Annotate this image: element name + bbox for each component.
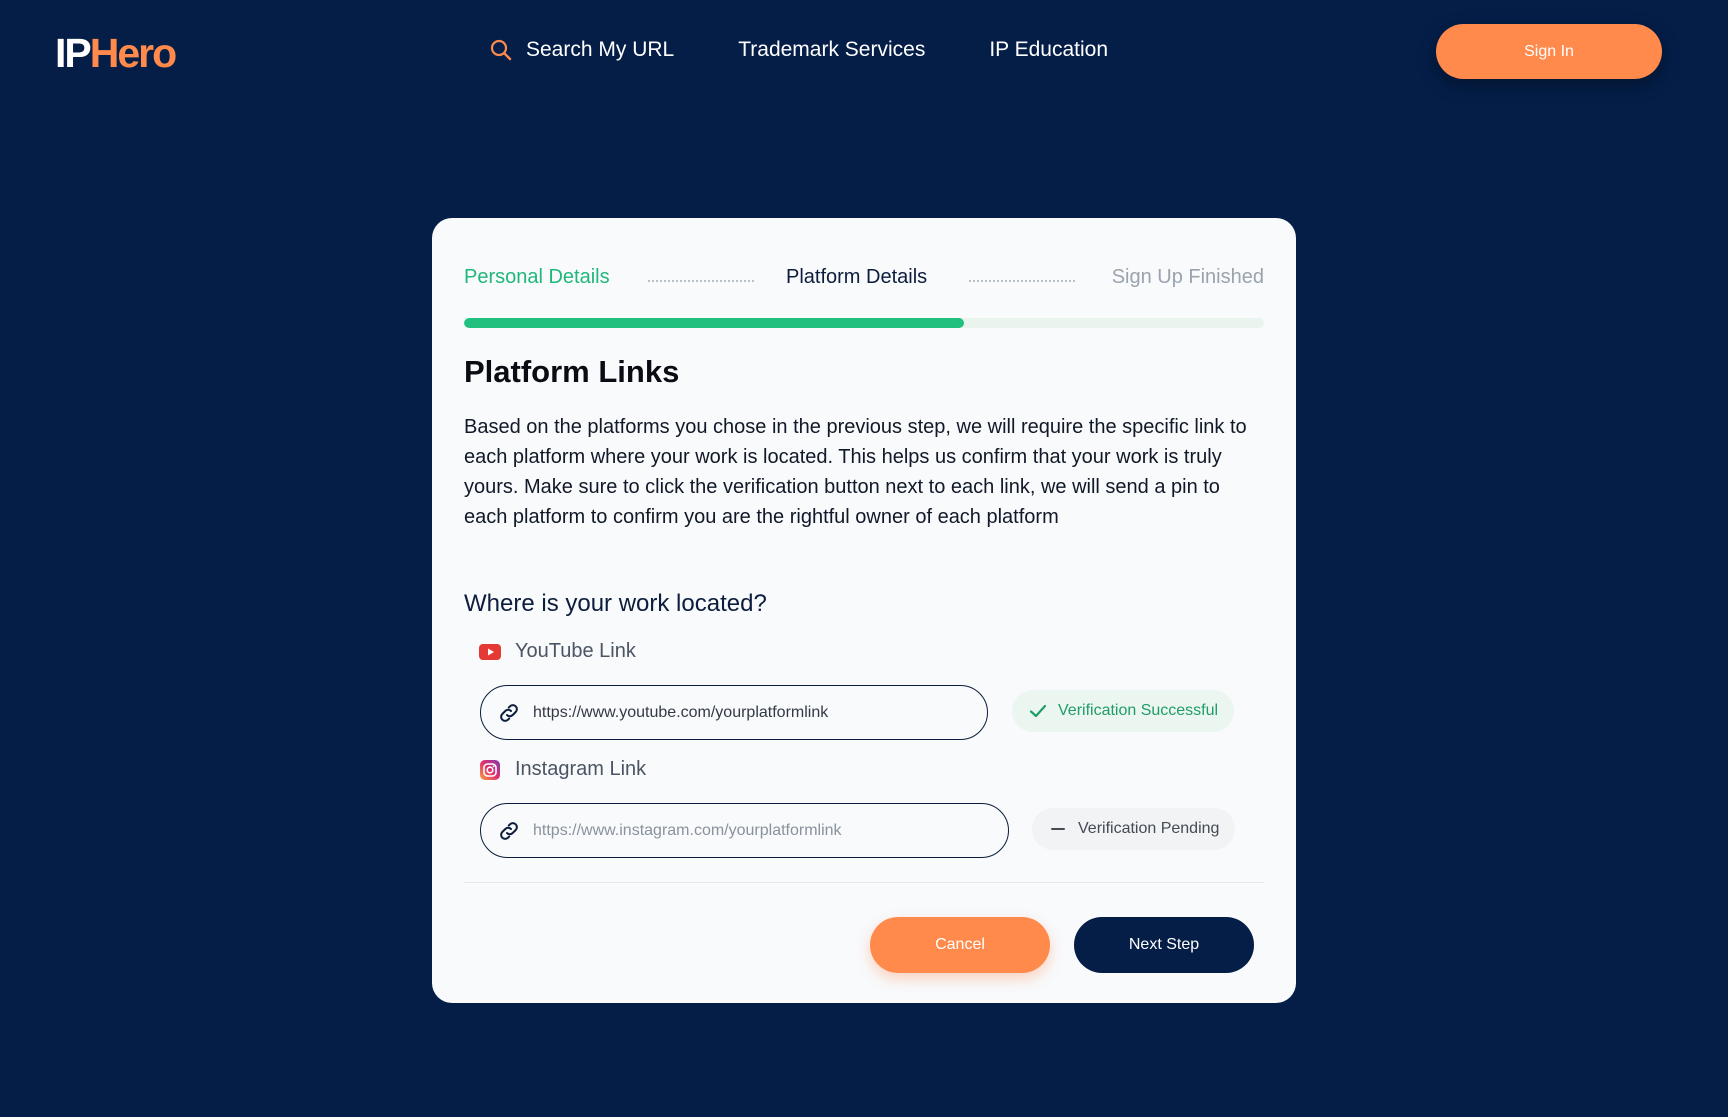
step-connector — [648, 280, 754, 282]
nav-trademark-services[interactable]: Trademark Services — [738, 38, 925, 62]
youtube-label-text: YouTube Link — [515, 640, 636, 662]
youtube-icon — [479, 641, 501, 663]
section-question: Where is your work located? — [464, 590, 767, 617]
youtube-url-field[interactable] — [480, 685, 988, 740]
step-connector — [969, 280, 1075, 282]
step-sign-up-finished: Sign Up Finished — [1111, 266, 1264, 288]
step-personal-details[interactable]: Personal Details — [464, 266, 610, 289]
progress-bar-fill — [464, 318, 964, 328]
main-nav: Search My URL Trademark Services IP Educ… — [490, 38, 1172, 62]
logo[interactable]: IPHero — [55, 30, 177, 77]
verification-success-badge: Verification Successful — [1012, 690, 1235, 732]
search-icon — [490, 39, 512, 61]
verification-success-text: Verification Successful — [1058, 702, 1219, 719]
progress-bar — [464, 318, 1264, 328]
sign-in-button[interactable]: Sign In — [1436, 24, 1662, 79]
cancel-button[interactable]: Cancel — [870, 917, 1050, 973]
verification-pending-badge[interactable]: Verification Pending — [1032, 808, 1236, 850]
link-icon — [500, 703, 518, 722]
instagram-label-text: Instagram Link — [515, 758, 647, 780]
logo-ip: IP — [55, 30, 92, 76]
stepper: Personal Details Platform Details Sign U… — [464, 266, 1264, 296]
minus-icon — [1051, 828, 1065, 830]
instagram-url-field[interactable] — [480, 803, 1009, 858]
instagram-icon — [479, 759, 501, 781]
logo-hero: Hero — [89, 30, 177, 76]
instagram-url-input[interactable] — [531, 820, 935, 841]
verification-pending-text: Verification Pending — [1078, 820, 1220, 837]
step-platform-details[interactable]: Platform Details — [786, 266, 927, 289]
nav-ip-education[interactable]: IP Education — [989, 38, 1108, 62]
signup-card: Personal Details Platform Details Sign U… — [432, 218, 1296, 1003]
next-step-button[interactable]: Next Step — [1074, 917, 1254, 973]
nav-search-label: Search My URL — [526, 38, 675, 61]
description: Based on the platforms you chose in the … — [464, 416, 1247, 528]
instagram-link-label: Instagram Link — [479, 758, 646, 781]
nav-search-my-url[interactable]: Search My URL — [490, 38, 674, 62]
page-title: Platform Links — [464, 354, 680, 389]
check-icon — [1029, 704, 1047, 718]
divider — [464, 882, 1264, 883]
youtube-url-input[interactable] — [531, 702, 935, 723]
youtube-link-label: YouTube Link — [479, 640, 636, 663]
link-icon — [500, 821, 518, 840]
